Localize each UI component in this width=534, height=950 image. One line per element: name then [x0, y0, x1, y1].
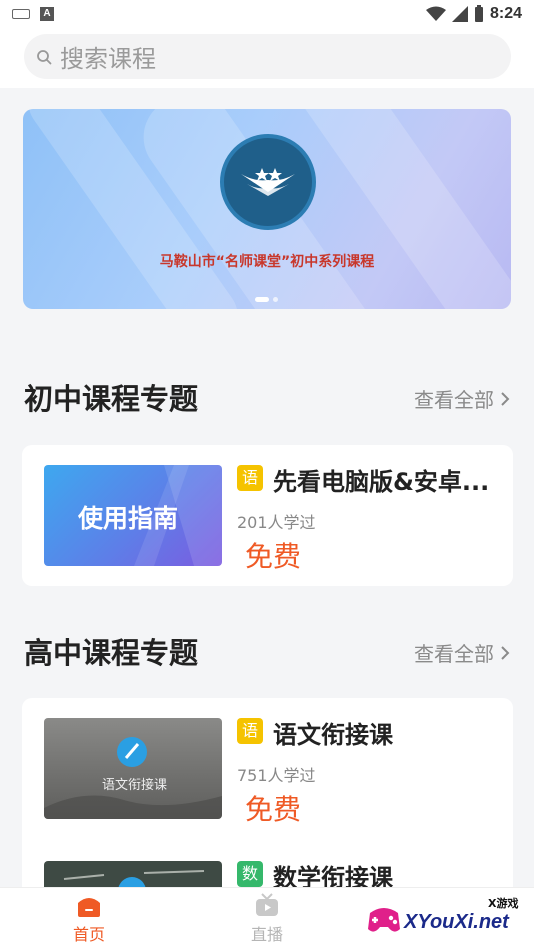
chevron-right-icon	[501, 391, 510, 406]
wifi-icon	[425, 6, 446, 21]
chevron-right-icon	[501, 645, 510, 660]
thumbnail-caption: 使用指南	[78, 504, 179, 533]
course-title: 语文衔接课	[273, 721, 393, 749]
course-thumbnail: 语文衔接课	[44, 718, 222, 819]
course-title: 先看电脑版&安卓...	[273, 468, 490, 496]
gamepad-icon	[368, 908, 400, 932]
subject-badge: 数	[237, 861, 263, 887]
tab-home-label: 首页	[72, 925, 105, 944]
live-tv-icon	[256, 893, 278, 916]
tab-live[interactable]: 直播	[178, 888, 356, 950]
course-thumbnail: 使用指南	[44, 465, 222, 566]
keyboard-icon	[12, 9, 30, 19]
promo-banner[interactable]: 马鞍山市“名师课堂”初中系列课程	[23, 109, 511, 309]
watermark-logo: X游戏 XYouXi.net	[364, 893, 534, 945]
battery-icon	[474, 5, 483, 22]
watermark-line2: XYouXi.net	[404, 911, 509, 933]
course-item[interactable]: 语文衔接课 语 语文衔接课 751人学过 免费	[22, 698, 513, 838]
course-list-card: 语文衔接课 语 语文衔接课 751人学过 免费 数 数学衔接课	[22, 698, 513, 898]
learner-count: 201人学过	[237, 513, 316, 532]
subject-badge: 语	[237, 465, 263, 491]
tab-live-label: 直播	[250, 925, 283, 944]
search-placeholder: 搜索课程	[60, 45, 156, 73]
watermark-line1: X游戏	[488, 897, 519, 910]
carousel-indicator	[255, 297, 278, 302]
course-price: 免费	[245, 540, 302, 573]
home-icon	[78, 898, 100, 917]
tab-home[interactable]: 首页	[0, 888, 178, 950]
section-title-senior: 高中课程专题	[24, 636, 199, 670]
signal-icon	[451, 6, 468, 22]
search-header: 搜索课程	[0, 28, 534, 88]
section-title-junior: 初中课程专题	[24, 382, 199, 416]
carousel-dot	[273, 297, 278, 302]
status-time: 8:24	[489, 5, 522, 22]
search-icon	[37, 49, 52, 64]
school-emblem-icon	[220, 134, 316, 230]
banner-title: 马鞍山市“名师课堂”初中系列课程	[159, 254, 375, 270]
see-all-label: 查看全部	[414, 388, 494, 412]
see-all-label: 查看全部	[414, 642, 494, 666]
search-input[interactable]: 搜索课程	[24, 34, 511, 79]
see-all-junior-link[interactable]: 查看全部	[414, 384, 510, 413]
see-all-senior-link[interactable]: 查看全部	[414, 638, 510, 667]
learner-count: 751人学过	[237, 766, 316, 785]
notification-a-icon: A	[40, 7, 54, 21]
thumbnail-caption: 语文衔接课	[102, 778, 168, 793]
course-price: 免费	[245, 793, 302, 826]
subject-badge: 语	[237, 718, 263, 744]
status-bar: A 8:24	[0, 0, 534, 28]
course-card[interactable]: 使用指南 语 先看电脑版&安卓... 201人学过 免费	[22, 445, 513, 586]
carousel-dot-active	[255, 297, 269, 302]
